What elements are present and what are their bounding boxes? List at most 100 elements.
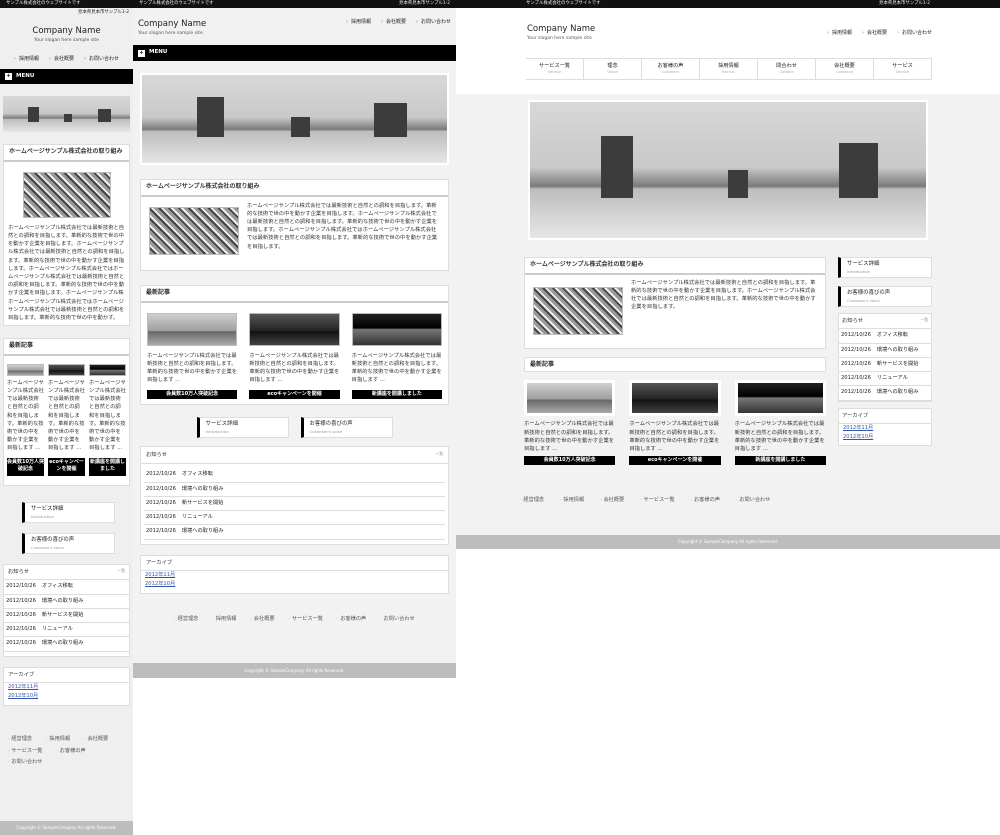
latest-button-1[interactable]: 会員数10万人突破記念	[147, 389, 238, 399]
archive-link[interactable]: 2012年10月	[4, 692, 129, 701]
latest-item[interactable]: ホームページサンプル株式会社では最新技術と自然との調和を目指します。革新的な技術…	[7, 363, 44, 476]
news-item[interactable]: 2012/10/26 リニューアル	[4, 623, 129, 638]
latest-button-2[interactable]: ecoキャンペーンを開催	[629, 456, 721, 466]
nav-company[interactable]: 会社概要	[381, 19, 406, 37]
gnav-service[interactable]: サービス Service	[874, 59, 932, 80]
footer-link[interactable]: 会社概要	[600, 497, 624, 504]
footer-link[interactable]: 会社概要	[84, 736, 108, 743]
archive-link[interactable]: 2012年11月	[4, 683, 129, 692]
news-item[interactable]: 2012/10/26 オフィス移転	[4, 580, 129, 595]
latest-button-2[interactable]: ecoキャンペーンを開催	[48, 457, 85, 476]
footer-link[interactable]: サービス一覧	[289, 616, 323, 623]
news-item[interactable]: 2012/10/26 環境への取り組み	[144, 525, 445, 540]
news-item[interactable]: 2012/10/26 環境への取り組み	[839, 344, 931, 358]
banner-voice[interactable]: お客様の喜びの声 Customer's voice	[22, 533, 115, 555]
footer-link[interactable]: お問い合わせ	[8, 759, 42, 766]
archive-link[interactable]: 2012年10月	[839, 433, 931, 442]
latest-item[interactable]: ホームページサンプル株式会社では最新技術と自然との調和を目指します。革新的な技術…	[734, 380, 826, 466]
latest-button-2[interactable]: ecoキャンペーンを開催	[249, 389, 340, 399]
latest-button-1[interactable]: 会員数10万人突破記念	[7, 457, 44, 476]
news-item[interactable]: 2012/10/26 新サービスを開始	[4, 609, 129, 624]
gnav-sub: Vision	[607, 70, 618, 75]
footer-link[interactable]: 採用情報	[560, 497, 584, 504]
banner-service[interactable]: サービス詳細 Introduction	[196, 417, 289, 439]
gnav-sub: Contact	[779, 70, 794, 75]
gnav-recruit[interactable]: 採用情報 Recruit	[700, 59, 758, 80]
news-more-link[interactable]: 一覧	[117, 568, 125, 576]
banner-voice[interactable]: お客様の喜びの声 Customer's voice	[300, 417, 393, 439]
footer-link[interactable]: 経営理念	[8, 736, 32, 743]
footer-link[interactable]: 経営理念	[520, 497, 544, 504]
news-item[interactable]: 2012/10/26 環境への取り組み	[839, 386, 931, 401]
banner-voice[interactable]: お客様の喜びの声 Customer's voice	[838, 286, 932, 308]
company-name[interactable]: Company Name	[0, 26, 133, 38]
archive-link[interactable]: 2012年11月	[839, 424, 931, 433]
nav-contact[interactable]: お問い合わせ	[897, 30, 932, 37]
footer-link[interactable]: 採用情報	[46, 736, 70, 743]
news-item[interactable]: 2012/10/26 環境への取り組み	[4, 595, 129, 609]
nav-contact[interactable]: お問い合わせ	[84, 56, 119, 63]
latest-item[interactable]: ホームページサンプル株式会社では最新技術と自然との調和を目指します。革新的な技術…	[89, 363, 126, 476]
nav-contact[interactable]: お問い合わせ	[416, 19, 451, 37]
footer-link[interactable]: お客様の声	[337, 616, 366, 623]
latest-button-1[interactable]: 会員数10万人突破記念	[524, 456, 616, 466]
address-line: 見本県見本市サンプル1-2	[879, 0, 930, 6]
latest-heading: 最新記事	[4, 339, 129, 356]
news-item[interactable]: 2012/10/26 環境への取り組み	[4, 637, 129, 652]
company-name[interactable]: Company Name	[527, 24, 595, 36]
latest-heading: 最新記事	[141, 286, 448, 303]
nav-recruit[interactable]: 採用情報	[827, 30, 852, 37]
footer-link[interactable]: サービス一覧	[8, 748, 42, 755]
news-item[interactable]: 2012/10/26 環境への取り組み	[144, 483, 445, 497]
footer-link[interactable]: お客様の声	[691, 497, 720, 504]
news-more-link[interactable]: 一覧	[435, 451, 443, 459]
news-more-link[interactable]: 一覧	[920, 317, 928, 325]
gnav-company[interactable]: 会社概要 Company	[816, 59, 874, 80]
footer-link[interactable]: お問い合わせ	[380, 616, 415, 623]
latest-item[interactable]: ホームページサンプル株式会社では最新技術と自然との調和を目指します。革新的な技術…	[629, 380, 721, 466]
news-item[interactable]: 2012/10/26 オフィス移転	[839, 329, 931, 344]
news-item[interactable]: 2012/10/26 新サービスを開始	[144, 497, 445, 512]
latest-item[interactable]: ホームページサンプル株式会社では最新技術と自然との調和を目指します。革新的な技術…	[524, 380, 616, 466]
footer-nav: 経営理念 採用情報 会社概要 サービス一覧 お客様の声 お問い合わせ	[0, 706, 133, 766]
latest-item[interactable]: ホームページサンプル株式会社では最新技術と自然との調和を目指します。革新的な技術…	[351, 312, 442, 399]
nav-company[interactable]: 会社概要	[862, 30, 887, 37]
news-item[interactable]: 2012/10/26 オフィス移転	[144, 468, 445, 483]
latest-button-3[interactable]: 新講座を開講しました	[89, 457, 126, 476]
news-title: 環境への取り組み	[876, 346, 919, 353]
archive-link[interactable]: 2012年10月	[141, 580, 448, 589]
news-item[interactable]: 2012/10/26 リニューアル	[144, 511, 445, 526]
news-item[interactable]: 2012/10/26 リニューアル	[839, 372, 931, 387]
menu-toggle[interactable]: + MENU	[0, 69, 133, 85]
footer-link[interactable]: お客様の声	[56, 748, 86, 755]
footer-link[interactable]: お問い合わせ	[736, 497, 770, 504]
company-name[interactable]: Company Name	[138, 19, 206, 31]
news-title: オフィス移転	[876, 332, 908, 339]
gnav-vision[interactable]: 理念 Vision	[584, 59, 642, 80]
news-item[interactable]: 2012/10/26 新サービスを開始	[839, 358, 931, 373]
footer-link[interactable]: 採用情報	[212, 616, 237, 623]
gnav-service-list[interactable]: サービス一覧 Service	[526, 59, 584, 80]
banner-service[interactable]: サービス詳細 Introduction	[838, 257, 932, 279]
latest-item[interactable]: ホームページサンプル株式会社では最新技術と自然との調和を目指します。革新的な技術…	[249, 312, 340, 399]
news-date: 2012/10/26	[146, 499, 176, 506]
banner-service[interactable]: サービス詳細 Introduction	[22, 502, 115, 524]
intro-image	[22, 171, 111, 218]
nav-company[interactable]: 会社概要	[49, 56, 74, 63]
footer-link[interactable]: 会社概要	[250, 616, 275, 623]
footer-link[interactable]: サービス一覧	[640, 497, 675, 504]
copyright: Copyright © SampleCompany All rights Res…	[133, 663, 456, 678]
latest-button-3[interactable]: 新講座を開講しました	[734, 456, 826, 466]
latest-button-3[interactable]: 新講座を開講しました	[351, 389, 442, 399]
news-heading: お知らせ	[842, 318, 864, 325]
intro-box: ホームページサンプル株式会社の取り組み ホームページサンプル株式会社では最新技術…	[140, 179, 449, 272]
footer-link[interactable]: 経営理念	[174, 616, 199, 623]
latest-item[interactable]: ホームページサンプル株式会社では最新技術と自然との調和を目指します。革新的な技術…	[147, 312, 238, 399]
archive-link[interactable]: 2012年11月	[141, 571, 448, 580]
gnav-customer[interactable]: お客様の声 Customer	[642, 59, 700, 80]
menu-toggle[interactable]: + MENU	[133, 45, 456, 62]
latest-item[interactable]: ホームページサンプル株式会社では最新技術と自然との調和を目指します。革新的な技術…	[48, 363, 85, 476]
gnav-contact[interactable]: 問合わせ Contact	[758, 59, 816, 80]
nav-recruit[interactable]: 採用情報	[346, 19, 371, 37]
nav-recruit[interactable]: 採用情報	[14, 56, 39, 63]
